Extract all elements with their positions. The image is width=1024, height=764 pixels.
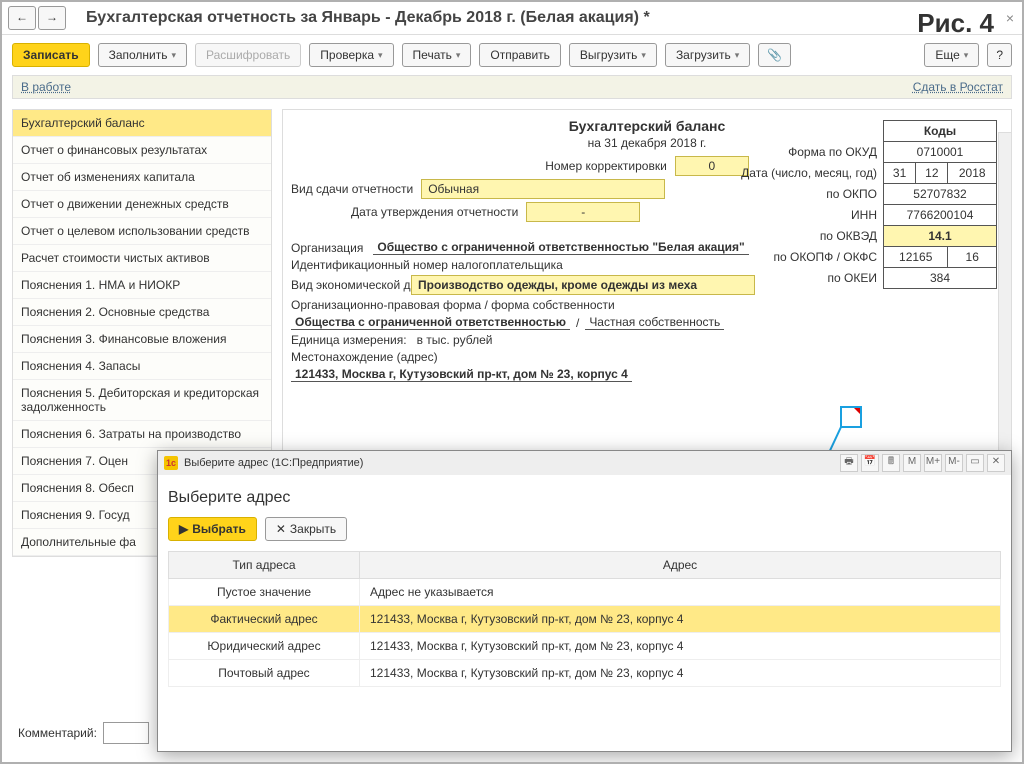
mminus-icon[interactable]: M- [945, 454, 963, 472]
table-row[interactable]: Юридический адрес121433, Москва г, Кутуз… [169, 633, 1001, 660]
okpo: 52707832 [884, 184, 997, 205]
corr-label: Номер корректировки [545, 159, 667, 173]
mode-label: Вид сдачи отчетности [291, 182, 413, 196]
codes-header: Коды [884, 121, 997, 142]
addr-label: Местонахождение (адрес) [291, 350, 438, 364]
address-table: Тип адресаАдрес Пустое значениеАдрес не … [168, 551, 1001, 687]
window-title: Бухгалтерская отчетность за Январь - Дек… [86, 9, 650, 27]
opf1: Общества с ограниченной ответственностью [291, 315, 570, 330]
okopf: 12165 [884, 247, 948, 268]
sidebar-item[interactable]: Пояснения 5. Дебиторская и кредиторская … [13, 380, 271, 421]
select-button[interactable]: ▶ Выбрать [168, 517, 257, 541]
close-icon[interactable]: × [1006, 10, 1014, 26]
check-button[interactable]: Проверка ▾ [309, 43, 393, 67]
org-label: Организация [291, 241, 363, 255]
sidebar-item[interactable]: Пояснения 4. Запасы [13, 353, 271, 380]
okei: 384 [884, 268, 997, 289]
table-row[interactable]: Пустое значениеАдрес не указывается [169, 579, 1001, 606]
okei-label: по ОКЕИ [735, 268, 883, 289]
mplus-icon[interactable]: M+ [924, 454, 942, 472]
fill-button[interactable]: Заполнить ▾ [98, 43, 187, 67]
address-dialog: 1c Выберите адрес (1С:Предприятие) 🖶 📅 🖩… [157, 450, 1012, 752]
dlg-close-icon[interactable]: ✕ [987, 454, 1005, 472]
table-row[interactable]: Почтовый адрес121433, Москва г, Кутузовс… [169, 660, 1001, 687]
submit-link[interactable]: Сдать в Росстат [913, 80, 1003, 94]
inn: 7766200104 [884, 205, 997, 226]
more-button[interactable]: Еще ▾ [924, 43, 979, 67]
status-bar: В работе Сдать в Росстат [12, 75, 1012, 99]
calc-icon[interactable]: 🖩 [882, 454, 900, 472]
app-icon: 1c [164, 456, 178, 470]
sidebar-item[interactable]: Пояснения 2. Основные средства [13, 299, 271, 326]
upload-button[interactable]: Выгрузить ▾ [569, 43, 657, 67]
date-y: 2018 [948, 163, 997, 184]
okved-label: по ОКВЭД [735, 226, 883, 247]
codes-table: Коды Форма по ОКУД0710001 Дата (число, м… [735, 120, 997, 289]
okopf-label: по ОКОПФ / ОКФС [735, 247, 883, 268]
address-picker-button[interactable] [840, 406, 862, 428]
okud-label: Форма по ОКУД [735, 142, 883, 163]
approve-field[interactable]: - [526, 202, 640, 222]
okpo-label: по ОКПО [735, 184, 883, 205]
mode-field[interactable]: Обычная [421, 179, 665, 199]
activity-label: Вид экономической деятельности [291, 278, 401, 292]
comment-row: Комментарий: [18, 722, 149, 744]
toolbar: Записать Заполнить ▾ Расшифровать Провер… [2, 35, 1022, 75]
col-addr: Адрес [360, 552, 1001, 579]
opf-sep: / [576, 316, 579, 330]
sidebar-item[interactable]: Отчет об изменениях капитала [13, 164, 271, 191]
okved[interactable]: 14.1 [884, 226, 997, 247]
comment-label: Комментарий: [18, 726, 97, 740]
sidebar-item[interactable]: Бухгалтерский баланс [13, 110, 271, 137]
download-button[interactable]: Загрузить ▾ [665, 43, 750, 67]
date-label: Дата (число, месяц, год) [735, 163, 883, 184]
dlg-min-icon[interactable]: ▭ [966, 454, 984, 472]
dialog-heading: Выберите адрес [168, 489, 1001, 507]
calendar-icon[interactable]: 📅 [861, 454, 879, 472]
activity-field[interactable]: Производство одежды, кроме одежды из мех… [411, 275, 755, 295]
nav-fwd-button[interactable]: → [38, 6, 66, 30]
innc-label: ИНН [735, 205, 883, 226]
decode-button: Расшифровать [195, 43, 301, 67]
unit-label: Единица измерения: [291, 333, 407, 347]
m-icon[interactable]: M [903, 454, 921, 472]
nav-back-button[interactable]: ← [8, 6, 36, 30]
sidebar-item[interactable]: Пояснения 1. НМА и НИОКР [13, 272, 271, 299]
print-icon[interactable]: 🖶 [840, 454, 858, 472]
table-row[interactable]: Фактический адрес121433, Москва г, Кутуз… [169, 606, 1001, 633]
send-button[interactable]: Отправить [479, 43, 561, 67]
org-value: Общество с ограниченной ответственностью… [373, 240, 748, 255]
sidebar-item[interactable]: Расчет стоимости чистых активов [13, 245, 271, 272]
opf2: Частная собственность [585, 315, 724, 330]
figure-label: Рис. 4 [917, 8, 994, 39]
status-link[interactable]: В работе [21, 80, 71, 94]
approve-label: Дата утверждения отчетности [351, 205, 518, 219]
dialog-caption: Выберите адрес (1С:Предприятие) [184, 457, 363, 469]
opf-label: Организационно-правовая форма / форма со… [291, 298, 615, 312]
help-button[interactable]: ? [987, 43, 1012, 67]
date-d: 31 [884, 163, 916, 184]
comment-input[interactable] [103, 722, 149, 744]
inn-label: Идентификационный номер налогоплательщик… [291, 258, 563, 272]
save-button[interactable]: Записать [12, 43, 90, 67]
sidebar-item[interactable]: Отчет о целевом использовании средств [13, 218, 271, 245]
dialog-titlebar: 1c Выберите адрес (1С:Предприятие) 🖶 📅 🖩… [158, 451, 1011, 475]
date-m: 12 [916, 163, 948, 184]
addr-value: 121433, Москва г, Кутузовский пр-кт, дом… [291, 367, 632, 382]
sidebar-item[interactable]: Пояснения 3. Финансовые вложения [13, 326, 271, 353]
okfs: 16 [948, 247, 997, 268]
attach-icon[interactable]: 📎 [758, 43, 791, 67]
close-button[interactable]: ✕ Закрыть [265, 517, 347, 541]
print-button[interactable]: Печать ▾ [402, 43, 472, 67]
sidebar-item[interactable]: Отчет о финансовых результатах [13, 137, 271, 164]
titlebar: ← → Бухгалтерская отчетность за Январь -… [2, 2, 1022, 35]
okud: 0710001 [884, 142, 997, 163]
col-type: Тип адреса [169, 552, 360, 579]
sidebar-item[interactable]: Пояснения 6. Затраты на производство [13, 421, 271, 448]
sidebar-item[interactable]: Отчет о движении денежных средств [13, 191, 271, 218]
unit-value: в тыс. рублей [417, 333, 493, 347]
